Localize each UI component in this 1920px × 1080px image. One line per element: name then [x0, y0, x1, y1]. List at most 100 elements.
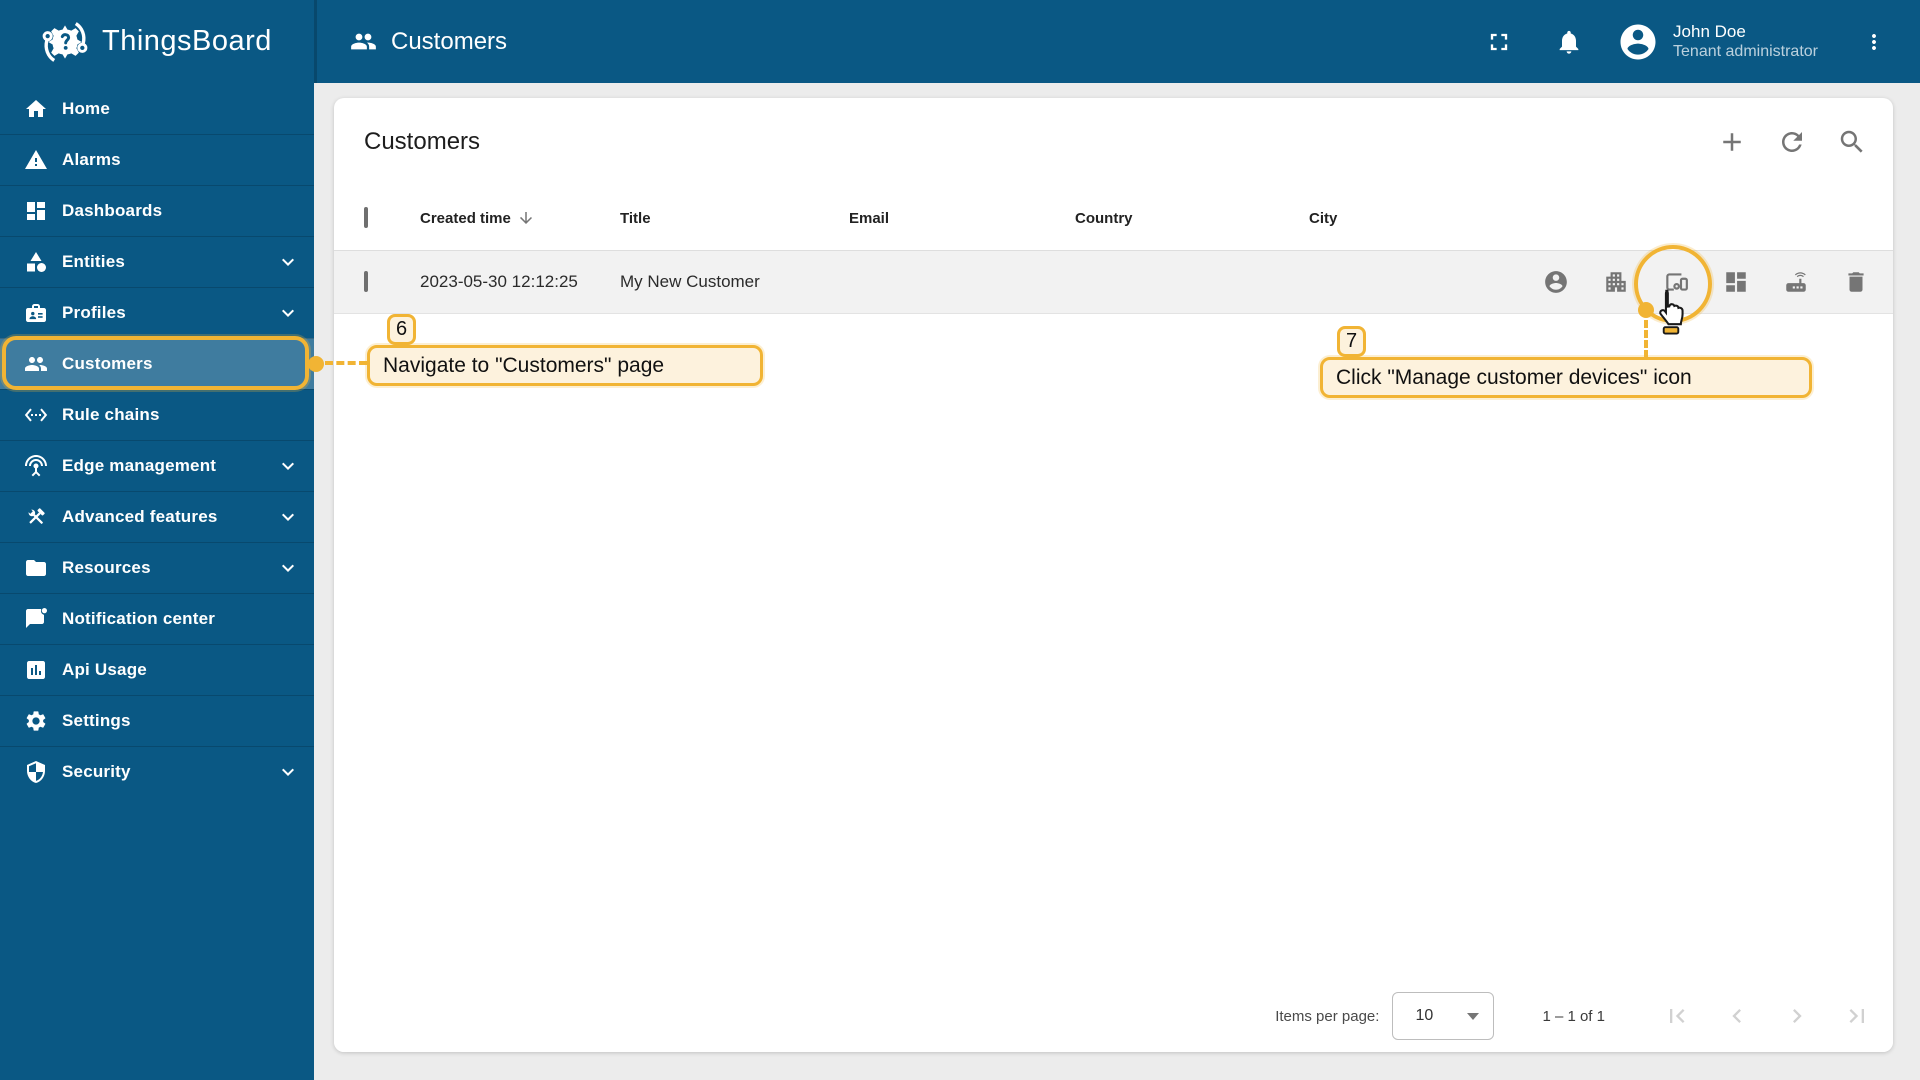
table-header: Created time Title Email Country City [334, 186, 1893, 250]
kebab-menu-icon[interactable] [1862, 28, 1886, 56]
row-checkbox[interactable] [364, 271, 368, 292]
card-header: Customers [334, 98, 1893, 186]
manage-customer-edge-instances-icon[interactable] [1783, 269, 1809, 295]
annotation-step-badge-6: 6 [387, 314, 416, 345]
sidebar-item-label: Home [62, 98, 111, 118]
profiles-badge-icon [24, 301, 48, 325]
antenna-icon [24, 454, 48, 478]
sidebar-item-label: Resources [62, 558, 151, 577]
annotation-callout-step-6: Navigate to "Customers" page [367, 345, 763, 386]
sidebar-item-profiles[interactable]: Profiles [0, 287, 314, 338]
bell-icon[interactable] [1555, 28, 1583, 56]
manage-customer-dashboards-icon[interactable] [1723, 269, 1749, 295]
shield-icon [24, 760, 48, 784]
sidebar-item-notification-center[interactable]: Notification center [0, 593, 314, 644]
sidebar: ThingsBoard Home Alarms Dashboards Entit… [0, 0, 314, 1080]
cell-title: My New Customer [620, 272, 760, 291]
items-per-page-label: Items per page: [1275, 1007, 1380, 1025]
search-icon[interactable] [1837, 127, 1867, 157]
prev-page-icon[interactable] [1723, 1002, 1751, 1030]
user-name: John Doe [1673, 21, 1746, 41]
card-title: Customers [364, 128, 481, 155]
annotation-dashed-line [325, 361, 367, 365]
warning-triangle-icon [24, 148, 48, 172]
sidebar-item-label: Security [62, 762, 131, 781]
sidebar-item-label: Api Usage [62, 660, 147, 679]
sidebar-item-label: Edge management [62, 456, 217, 475]
column-label: Title [620, 209, 651, 227]
crossed-tools-icon [24, 505, 48, 529]
sidebar-item-resources[interactable]: Resources [0, 542, 314, 593]
column-header-title[interactable]: Title [620, 210, 849, 227]
annotation-step-badge-7: 7 [1337, 326, 1366, 357]
sidebar-item-rule-chains[interactable]: Rule chains [0, 389, 314, 440]
folder-icon [24, 556, 48, 580]
sidebar-item-label: Profiles [62, 303, 126, 322]
column-header-city[interactable]: City [1309, 210, 1543, 227]
sidebar-item-dashboards[interactable]: Dashboards [0, 185, 314, 236]
page-size-select[interactable]: 10 [1392, 992, 1495, 1040]
last-page-icon[interactable] [1843, 1002, 1871, 1030]
chevron-down-icon [276, 556, 300, 580]
avatar[interactable] [1617, 21, 1659, 63]
sidebar-item-label: Rule chains [62, 405, 160, 424]
paginator-nav [1663, 1002, 1871, 1030]
notification-bubble-icon [24, 607, 48, 631]
chevron-down-icon [276, 250, 300, 274]
annotation-connector-dot [308, 356, 324, 372]
sidebar-item-home[interactable]: Home [0, 83, 314, 134]
sidebar-item-label: Entities [62, 252, 126, 271]
column-header-email[interactable]: Email [849, 210, 1075, 227]
sidebar-item-alarms[interactable]: Alarms [0, 134, 314, 185]
entities-shapes-icon [24, 250, 48, 274]
arrow-down-icon [517, 209, 535, 227]
column-label: Country [1075, 209, 1133, 227]
dashboards-grid-icon [24, 199, 48, 223]
column-label: City [1309, 209, 1338, 227]
app-logo-text: ThingsBoard [102, 25, 272, 57]
plus-icon[interactable] [1717, 127, 1747, 157]
select-all-checkbox[interactable] [364, 207, 368, 228]
sidebar-item-label: Settings [62, 711, 131, 730]
chevron-down-icon [276, 301, 300, 325]
column-label: Created time [420, 209, 511, 227]
gear-icon [24, 709, 48, 733]
annotation-callout-step-7: Click "Manage customer devices" icon [1320, 357, 1812, 398]
sidebar-item-settings[interactable]: Settings [0, 695, 314, 746]
app-logo[interactable]: ThingsBoard [0, 0, 314, 83]
manage-customer-users-icon[interactable] [1543, 269, 1569, 295]
chevron-down-icon [276, 505, 300, 529]
sidebar-item-api-usage[interactable]: Api Usage [0, 644, 314, 695]
fullscreen-icon[interactable] [1485, 28, 1513, 56]
sidebar-item-label: Alarms [62, 150, 121, 169]
sidebar-item-entities[interactable]: Entities [0, 236, 314, 287]
first-page-icon[interactable] [1663, 1002, 1691, 1030]
rule-chains-ethernet-icon [24, 403, 48, 427]
chevron-down-icon [276, 454, 300, 478]
delete-icon[interactable] [1843, 269, 1869, 295]
annotation-highlight-customers-item [2, 336, 309, 390]
next-page-icon[interactable] [1783, 1002, 1811, 1030]
refresh-icon[interactable] [1777, 127, 1807, 157]
card-toolbar [1717, 127, 1867, 157]
sidebar-item-advanced-features[interactable]: Advanced features [0, 491, 314, 542]
sidebar-item-label: Advanced features [62, 507, 218, 526]
sidebar-nav: Home Alarms Dashboards Entities Profiles… [0, 83, 314, 797]
select-caret-icon [1467, 1012, 1480, 1020]
paginator: Items per page: 10 1 – 1 of 1 [334, 980, 1893, 1052]
page-size-value: 10 [1415, 1007, 1434, 1024]
user-info: John Doe Tenant administrator [1673, 21, 1818, 62]
manage-customer-assets-icon[interactable] [1603, 269, 1629, 295]
column-header-created-time[interactable]: Created time [420, 209, 620, 227]
page-range-label: 1 – 1 of 1 [1542, 1007, 1605, 1025]
people-icon [350, 28, 377, 55]
chevron-down-icon [276, 760, 300, 784]
column-header-country[interactable]: Country [1075, 210, 1309, 227]
sidebar-item-security[interactable]: Security [0, 746, 314, 797]
annotation-dashed-line [1644, 320, 1648, 358]
sidebar-item-edge-management[interactable]: Edge management [0, 440, 314, 491]
sidebar-item-label: Dashboards [62, 201, 163, 220]
home-icon [24, 97, 48, 121]
topbar: Customers John Doe Tenant administrator [314, 0, 1920, 83]
thingsboard-gear-logo-icon [38, 15, 92, 69]
